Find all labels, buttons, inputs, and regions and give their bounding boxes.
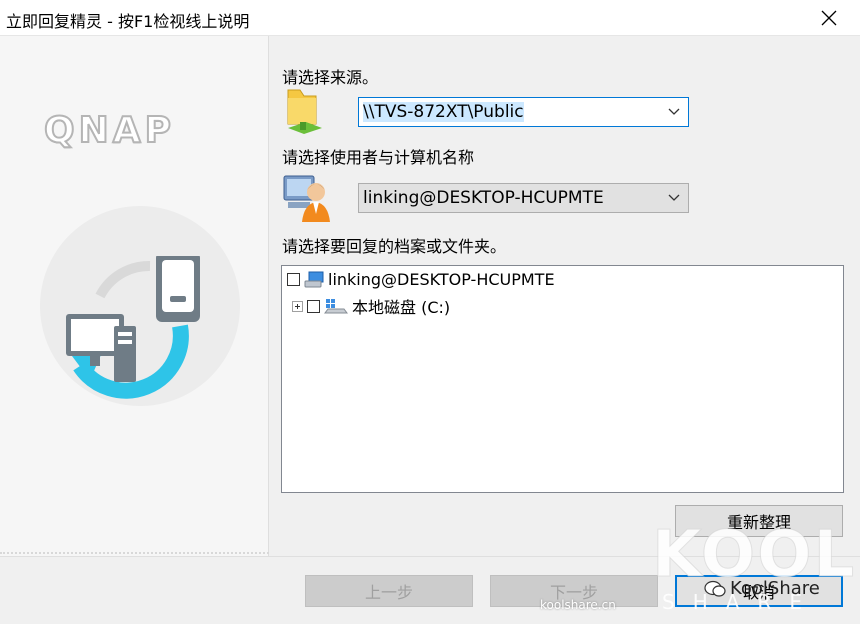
qnap-logo: QNAP (43, 109, 175, 152)
source-label: 请选择来源。 (282, 68, 379, 87)
tree-node-drive[interactable]: 本地磁盘 (C:) (292, 294, 450, 318)
window-title: 立即回复精灵 - 按F1检视线上说明 (6, 12, 250, 31)
source-value: \\TVS-872XT\Public (363, 102, 524, 122)
next-button[interactable]: 下一步 (490, 575, 658, 607)
source-dropdown[interactable]: \\TVS-872XT\Public (358, 97, 689, 127)
tree-node-user[interactable]: linking@DESKTOP-HCUPMTE (287, 270, 555, 289)
checkbox[interactable] (287, 273, 300, 286)
chevron-down-icon (668, 194, 680, 201)
expand-icon[interactable] (292, 300, 303, 312)
user-label: 请选择使用者与计算机名称 (282, 148, 475, 167)
files-label: 请选择要回复的档案或文件夹。 (282, 237, 507, 256)
wizard-side-panel: QNAP (0, 36, 269, 556)
refresh-button[interactable]: 重新整理 (675, 505, 843, 537)
tree-node-label: 本地磁盘 (C:) (352, 298, 451, 317)
close-button[interactable] (816, 5, 842, 31)
divider (0, 556, 860, 557)
cancel-button[interactable]: 取消 (675, 575, 843, 607)
chevron-down-icon (668, 108, 680, 115)
file-tree[interactable]: linking@DESKTOP-HCUPMTE 本地磁盘 (C:) (281, 265, 844, 493)
computer-icon (304, 271, 324, 287)
close-icon (821, 10, 837, 26)
user-computer-icon (283, 175, 330, 222)
checkbox[interactable] (307, 299, 320, 313)
title-bar: 立即回复精灵 - 按F1检视线上说明 (0, 0, 860, 36)
user-dropdown[interactable]: linking@DESKTOP-HCUPMTE (358, 183, 689, 213)
left-panel-border (0, 552, 269, 554)
restore-illustration-icon (66, 256, 200, 399)
tree-node-label: linking@DESKTOP-HCUPMTE (328, 270, 555, 289)
user-value: linking@DESKTOP-HCUPMTE (363, 188, 604, 208)
back-button[interactable]: 上一步 (305, 575, 473, 607)
local-disk-icon (324, 299, 348, 314)
network-folder-icon (287, 89, 322, 134)
